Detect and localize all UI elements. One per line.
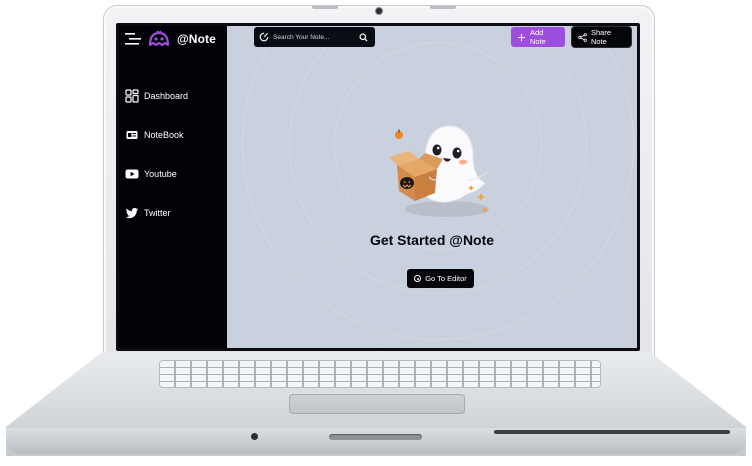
disc-slot xyxy=(494,430,730,434)
power-led xyxy=(251,433,258,440)
go-to-editor-button[interactable]: Go To Editor xyxy=(407,269,474,288)
sidebar-item-dashboard[interactable]: Dashboard xyxy=(125,86,188,106)
sidebar-item-twitter[interactable]: Twitter xyxy=(125,203,188,223)
webcam xyxy=(376,8,382,14)
go-to-editor-label: Go To Editor xyxy=(425,274,467,283)
notebook-icon xyxy=(126,131,138,139)
ghost-logo-icon xyxy=(148,30,170,47)
twitter-icon xyxy=(125,207,139,219)
youtube-icon xyxy=(125,169,139,179)
note-icon xyxy=(259,32,269,42)
ghost-illustration xyxy=(389,125,490,217)
add-note-button[interactable]: Add Note xyxy=(511,27,565,47)
sidebar-item-label: NoteBook xyxy=(144,130,184,140)
lid-notch xyxy=(329,434,422,440)
trackpad xyxy=(289,394,465,414)
share-note-label: Share Note xyxy=(591,28,612,46)
lid-hinge-tab xyxy=(312,6,338,9)
menu-icon[interactable] xyxy=(125,32,141,46)
radio-dot-icon xyxy=(414,275,422,282)
app-screen: @Note Dashboard NoteBook Youtube Twitter… xyxy=(119,26,637,348)
plus-icon xyxy=(517,33,526,41)
sidebar-item-label: Dashboard xyxy=(144,91,189,101)
brand: @Note xyxy=(125,29,216,49)
add-note-label: Add Note xyxy=(530,28,546,46)
share-note-button[interactable]: Share Note xyxy=(572,27,631,47)
search-bar xyxy=(254,27,375,47)
brand-name: @Note xyxy=(177,32,216,46)
lid-hinge-tab xyxy=(430,6,456,9)
sidebar-nav: Dashboard NoteBook Youtube Twitter xyxy=(125,86,188,242)
sidebar-item-youtube[interactable]: Youtube xyxy=(125,164,188,184)
sidebar: @Note Dashboard NoteBook Youtube Twitter xyxy=(119,26,227,348)
search-icon xyxy=(358,32,368,42)
sidebar-item-notebook[interactable]: NoteBook xyxy=(125,125,188,145)
page-headline: Get Started @Note xyxy=(369,232,495,248)
sidebar-item-label: Twitter xyxy=(144,208,171,218)
keyboard xyxy=(160,361,600,387)
search-input[interactable] xyxy=(269,29,356,45)
search-button[interactable] xyxy=(356,30,370,44)
share-icon xyxy=(578,32,587,42)
dashboard-icon xyxy=(125,89,139,103)
sidebar-item-label: Youtube xyxy=(144,169,177,179)
